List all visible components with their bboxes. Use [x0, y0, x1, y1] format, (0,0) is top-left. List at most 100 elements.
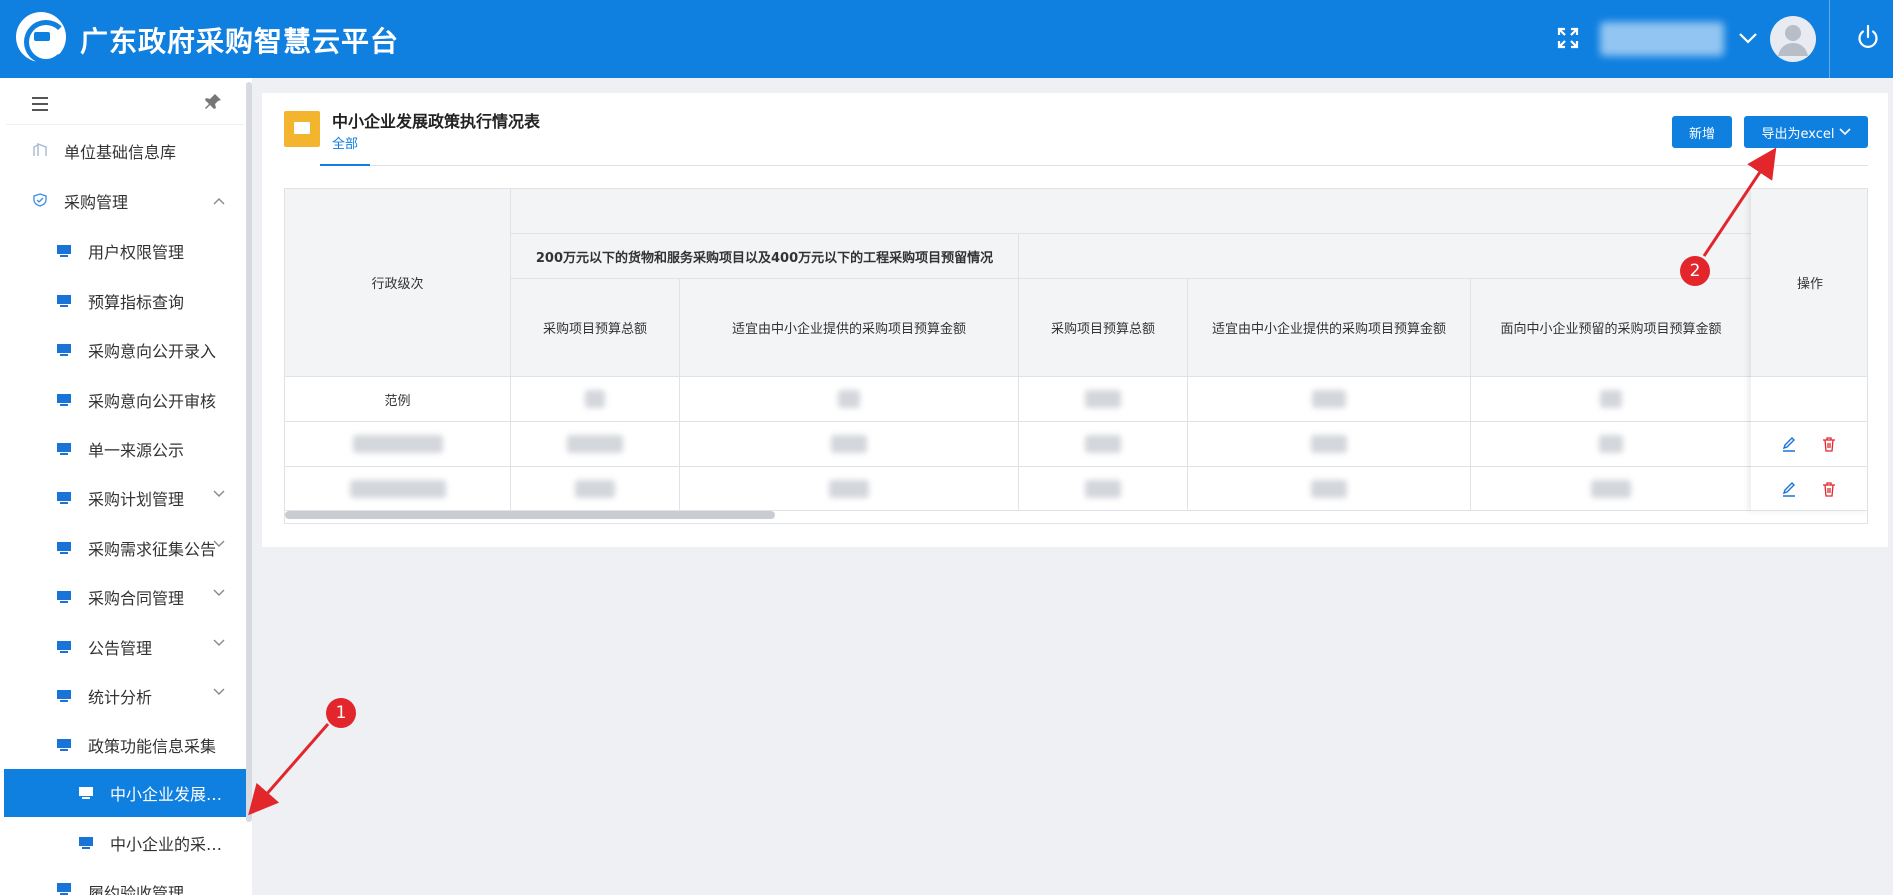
- column-header-label: 适宜由中小企业提供的采购项目预算金额: [731, 322, 966, 337]
- table-cell: [1019, 377, 1188, 422]
- add-button-label: 新增: [1688, 126, 1715, 142]
- sidebar-item-statistics[interactable]: 统计分析: [4, 673, 246, 719]
- sidebar-item-contract-management[interactable]: 采购合同管理: [4, 574, 246, 620]
- sidebar-item-budget-query[interactable]: 预算指标查询: [4, 278, 246, 324]
- edit-icon[interactable]: [1781, 436, 1797, 452]
- monitor-icon: [57, 641, 71, 653]
- edit-icon[interactable]: [1781, 481, 1797, 497]
- chevron-down-icon: [213, 688, 225, 695]
- sidebar-item-sme-development[interactable]: 中小企业发展…: [4, 769, 246, 817]
- tab-active-indicator: [320, 164, 370, 166]
- user-name[interactable]: [1600, 22, 1724, 56]
- export-excel-button[interactable]: 导出为excel: [1744, 116, 1868, 148]
- sidebar-item-label: 采购意向公开录入: [88, 342, 217, 361]
- table-cell: 范例: [285, 377, 511, 422]
- monitor-icon: [57, 394, 71, 406]
- sidebar-item-label: 单一来源公示: [88, 441, 185, 460]
- redacted-value: [1311, 479, 1347, 498]
- power-icon[interactable]: [1856, 24, 1880, 50]
- redacted-value: [1085, 390, 1121, 408]
- chevron-up-icon: [213, 198, 225, 205]
- redacted-value: [1312, 390, 1346, 408]
- chevron-down-icon: [213, 589, 225, 596]
- redacted-value: [1591, 479, 1631, 498]
- table-horizontal-scrollbar[interactable]: [285, 511, 775, 519]
- annotation-arrow-1: [248, 723, 330, 816]
- monitor-icon: [57, 739, 71, 751]
- monitor-icon: [57, 542, 71, 554]
- sidebar-item-label: 采购需求征集公告: [88, 540, 217, 559]
- chevron-down-icon[interactable]: [1738, 30, 1758, 46]
- fullscreen-icon[interactable]: [1556, 26, 1580, 50]
- table-cell: [1751, 467, 1867, 511]
- top-header: 广东政府采购智慧云平台: [0, 0, 1893, 78]
- delete-icon[interactable]: [1821, 481, 1837, 497]
- column-header: 采购项目预算总额: [511, 279, 680, 377]
- column-header-label: 采购项目预算总额: [1050, 322, 1155, 337]
- sidebar-item-label: 中小企业发展…: [110, 785, 223, 804]
- table-cell: [511, 467, 680, 511]
- monitor-icon: [57, 591, 71, 603]
- redacted-value: [575, 479, 615, 498]
- sidebar-item-user-permissions[interactable]: 用户权限管理: [4, 228, 246, 274]
- menu-toggle-icon[interactable]: [30, 96, 50, 112]
- redacted-value: [1085, 479, 1121, 498]
- column-header-label: 面向中小企业预留的采购项目预算金额: [1500, 322, 1722, 337]
- redacted-value: [1600, 390, 1622, 408]
- sidebar-item-single-source[interactable]: 单一来源公示: [4, 426, 246, 472]
- table-cell: [511, 377, 680, 422]
- header-top-band: [511, 189, 1867, 234]
- page-title: 中小企业发展政策执行情况表: [332, 112, 541, 131]
- header-ops: 操作: [1751, 189, 1867, 377]
- sidebar-item-unit-info[interactable]: 单位基础信息库: [4, 128, 246, 174]
- add-button[interactable]: 新增: [1672, 116, 1732, 148]
- monitor-icon: [79, 837, 93, 849]
- redacted-value: [838, 390, 860, 408]
- redacted-value: [1311, 435, 1347, 453]
- pin-icon[interactable]: [203, 92, 223, 112]
- header-level-label: 行政级次: [371, 277, 424, 292]
- table-cell: [285, 422, 511, 467]
- chevron-down-icon: [213, 639, 225, 646]
- tab-divider: [320, 165, 1868, 166]
- annotation-badge-2: 2: [1680, 256, 1710, 286]
- table-cell: [680, 467, 1019, 511]
- sidebar-item-label: 用户权限管理: [88, 243, 185, 262]
- sidebar-item-policy-collection[interactable]: 政策功能信息采集: [4, 722, 246, 768]
- delete-icon[interactable]: [1821, 436, 1837, 452]
- sidebar-item-intent-entry[interactable]: 采购意向公开录入: [4, 327, 246, 373]
- sidebar-item-acceptance[interactable]: 履约验收管理: [4, 872, 246, 895]
- sidebar-item-intent-review[interactable]: 采购意向公开审核: [4, 377, 246, 423]
- sidebar-item-procurement[interactable]: 采购管理: [4, 178, 246, 224]
- sidebar-item-demand-notice[interactable]: 采购需求征集公告: [4, 525, 246, 571]
- export-button-label: 导出为excel: [1761, 126, 1835, 142]
- annotation-badge-1: 1: [326, 698, 356, 728]
- avatar[interactable]: [1770, 16, 1816, 62]
- sidebar-item-announcement[interactable]: 公告管理: [4, 624, 246, 670]
- sidebar-item-label: 采购管理: [64, 193, 129, 212]
- table-cell: [1471, 377, 1752, 422]
- sidebar-item-label: 预算指标查询: [88, 293, 185, 312]
- sidebar-item-plan-management[interactable]: 采购计划管理: [4, 475, 246, 521]
- table-cell: [1019, 467, 1188, 511]
- sidebar-item-sme-procurement[interactable]: 中小企业的采…: [4, 820, 246, 866]
- header-group-label: 200万元以下的货物和服务采购项目以及400万元以下的工程采购项目预留情况: [535, 250, 994, 266]
- sidebar-item-label: 履约验收管理: [88, 884, 185, 895]
- redacted-value: [1085, 435, 1121, 453]
- table-cell: [1188, 377, 1471, 422]
- shield-check-icon: [33, 193, 47, 207]
- redacted-value: [831, 435, 867, 453]
- row-level: 范例: [384, 393, 411, 409]
- sidebar-item-label: 政策功能信息采集: [88, 737, 217, 756]
- tab-all[interactable]: 全部: [332, 133, 358, 152]
- data-table: 行政级次 200万元以下的货物和服务采购项目以及400万元以下的工程采购项目预留…: [284, 188, 1868, 524]
- monitor-icon: [57, 245, 71, 257]
- sidebar-item-label: 公告管理: [88, 639, 153, 658]
- chevron-down-icon: [1838, 128, 1851, 136]
- user-icon: [1778, 25, 1808, 56]
- header-group: 200万元以下的货物和服务采购项目以及400万元以下的工程采购项目预留情况: [511, 234, 1019, 279]
- monitor-icon: [57, 883, 71, 895]
- sidebar-scrollbar[interactable]: [246, 82, 252, 822]
- monitor-icon: [57, 295, 71, 307]
- column-header: 适宜由中小企业提供的采购项目预算金额: [680, 279, 1019, 377]
